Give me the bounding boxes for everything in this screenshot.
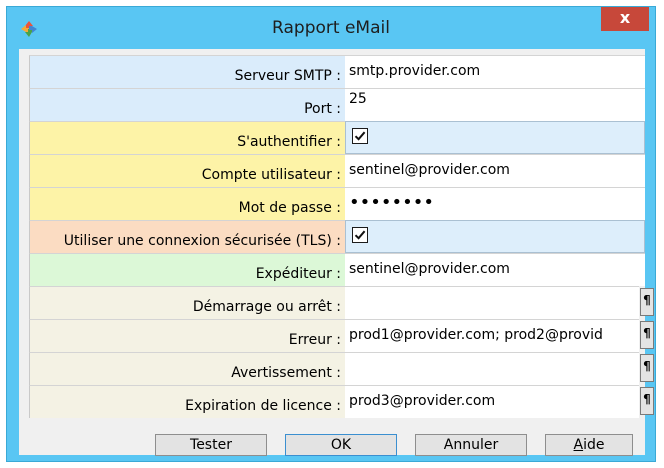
close-button[interactable]: x bbox=[601, 7, 649, 31]
pilcrow-button[interactable]: ¶ bbox=[640, 387, 654, 415]
tester-button[interactable]: Tester bbox=[155, 434, 267, 456]
field-row-startup-shutdown: Démarrage ou arrêt : ¶ bbox=[29, 286, 654, 319]
warning-label: Avertissement : bbox=[231, 365, 341, 381]
checkmark-icon bbox=[354, 131, 366, 141]
error-input[interactable]: prod1@provider.com; prod2@provid bbox=[345, 319, 639, 352]
smtp-server-input[interactable]: smtp.provider.com bbox=[345, 55, 645, 88]
field-row-license-expiry: Expiration de licence : prod3@provider.c… bbox=[29, 385, 654, 418]
license-expiry-label: Expiration de licence : bbox=[185, 398, 341, 414]
field-row-tls: Utiliser une connexion sécurisée (TLS) : bbox=[29, 220, 645, 253]
window-title: Rapport eMail bbox=[272, 18, 390, 38]
sender-label: Expéditeur : bbox=[255, 266, 341, 282]
dialog-window: Rapport eMail x Serveur SMTP : smtp.prov… bbox=[6, 6, 656, 462]
field-row-smtp-server: Serveur SMTP : smtp.provider.com bbox=[29, 55, 645, 88]
port-label: Port : bbox=[304, 101, 341, 117]
license-expiry-input[interactable]: prod3@provider.com bbox=[345, 385, 639, 418]
field-row-sender: Expéditeur : sentinel@provider.com bbox=[29, 253, 645, 286]
authenticate-label: S'authentifier : bbox=[237, 134, 341, 150]
startup-shutdown-label: Démarrage ou arrêt : bbox=[192, 299, 341, 315]
aide-button[interactable]: Aide bbox=[545, 434, 633, 456]
tls-checkbox[interactable] bbox=[352, 227, 368, 243]
warning-input[interactable] bbox=[345, 352, 639, 385]
pilcrow-button[interactable]: ¶ bbox=[640, 288, 654, 316]
ok-button[interactable]: OK bbox=[285, 434, 397, 456]
error-label: Erreur : bbox=[288, 332, 341, 348]
field-row-authenticate: S'authentifier : bbox=[29, 121, 645, 154]
authenticate-checkbox[interactable] bbox=[352, 128, 368, 144]
pilcrow-button[interactable]: ¶ bbox=[640, 354, 654, 382]
password-input[interactable]: •••••••• bbox=[345, 187, 645, 220]
field-row-error: Erreur : prod1@provider.com; prod2@provi… bbox=[29, 319, 654, 352]
startup-shutdown-input[interactable] bbox=[345, 286, 639, 319]
user-account-input[interactable]: sentinel@provider.com bbox=[345, 154, 645, 187]
annuler-button[interactable]: Annuler bbox=[415, 434, 527, 456]
password-label: Mot de passe : bbox=[238, 200, 341, 216]
field-row-password: Mot de passe : •••••••• bbox=[29, 187, 645, 220]
form-panel: Serveur SMTP : smtp.provider.com Port : … bbox=[19, 49, 654, 456]
field-row-user-account: Compte utilisateur : sentinel@provider.c… bbox=[29, 154, 645, 187]
tls-label: Utiliser une connexion sécurisée (TLS) : bbox=[63, 233, 341, 249]
field-row-port: Port : 25 bbox=[29, 88, 645, 121]
user-account-label: Compte utilisateur : bbox=[201, 167, 341, 183]
pilcrow-button[interactable]: ¶ bbox=[640, 321, 654, 349]
checkmark-icon bbox=[354, 230, 366, 240]
smtp-server-label: Serveur SMTP : bbox=[234, 68, 341, 84]
port-input[interactable]: 25 bbox=[345, 88, 645, 121]
title-bar[interactable]: Rapport eMail x bbox=[7, 7, 655, 49]
sender-input[interactable]: sentinel@provider.com bbox=[345, 253, 645, 286]
field-row-warning: Avertissement : ¶ bbox=[29, 352, 654, 385]
